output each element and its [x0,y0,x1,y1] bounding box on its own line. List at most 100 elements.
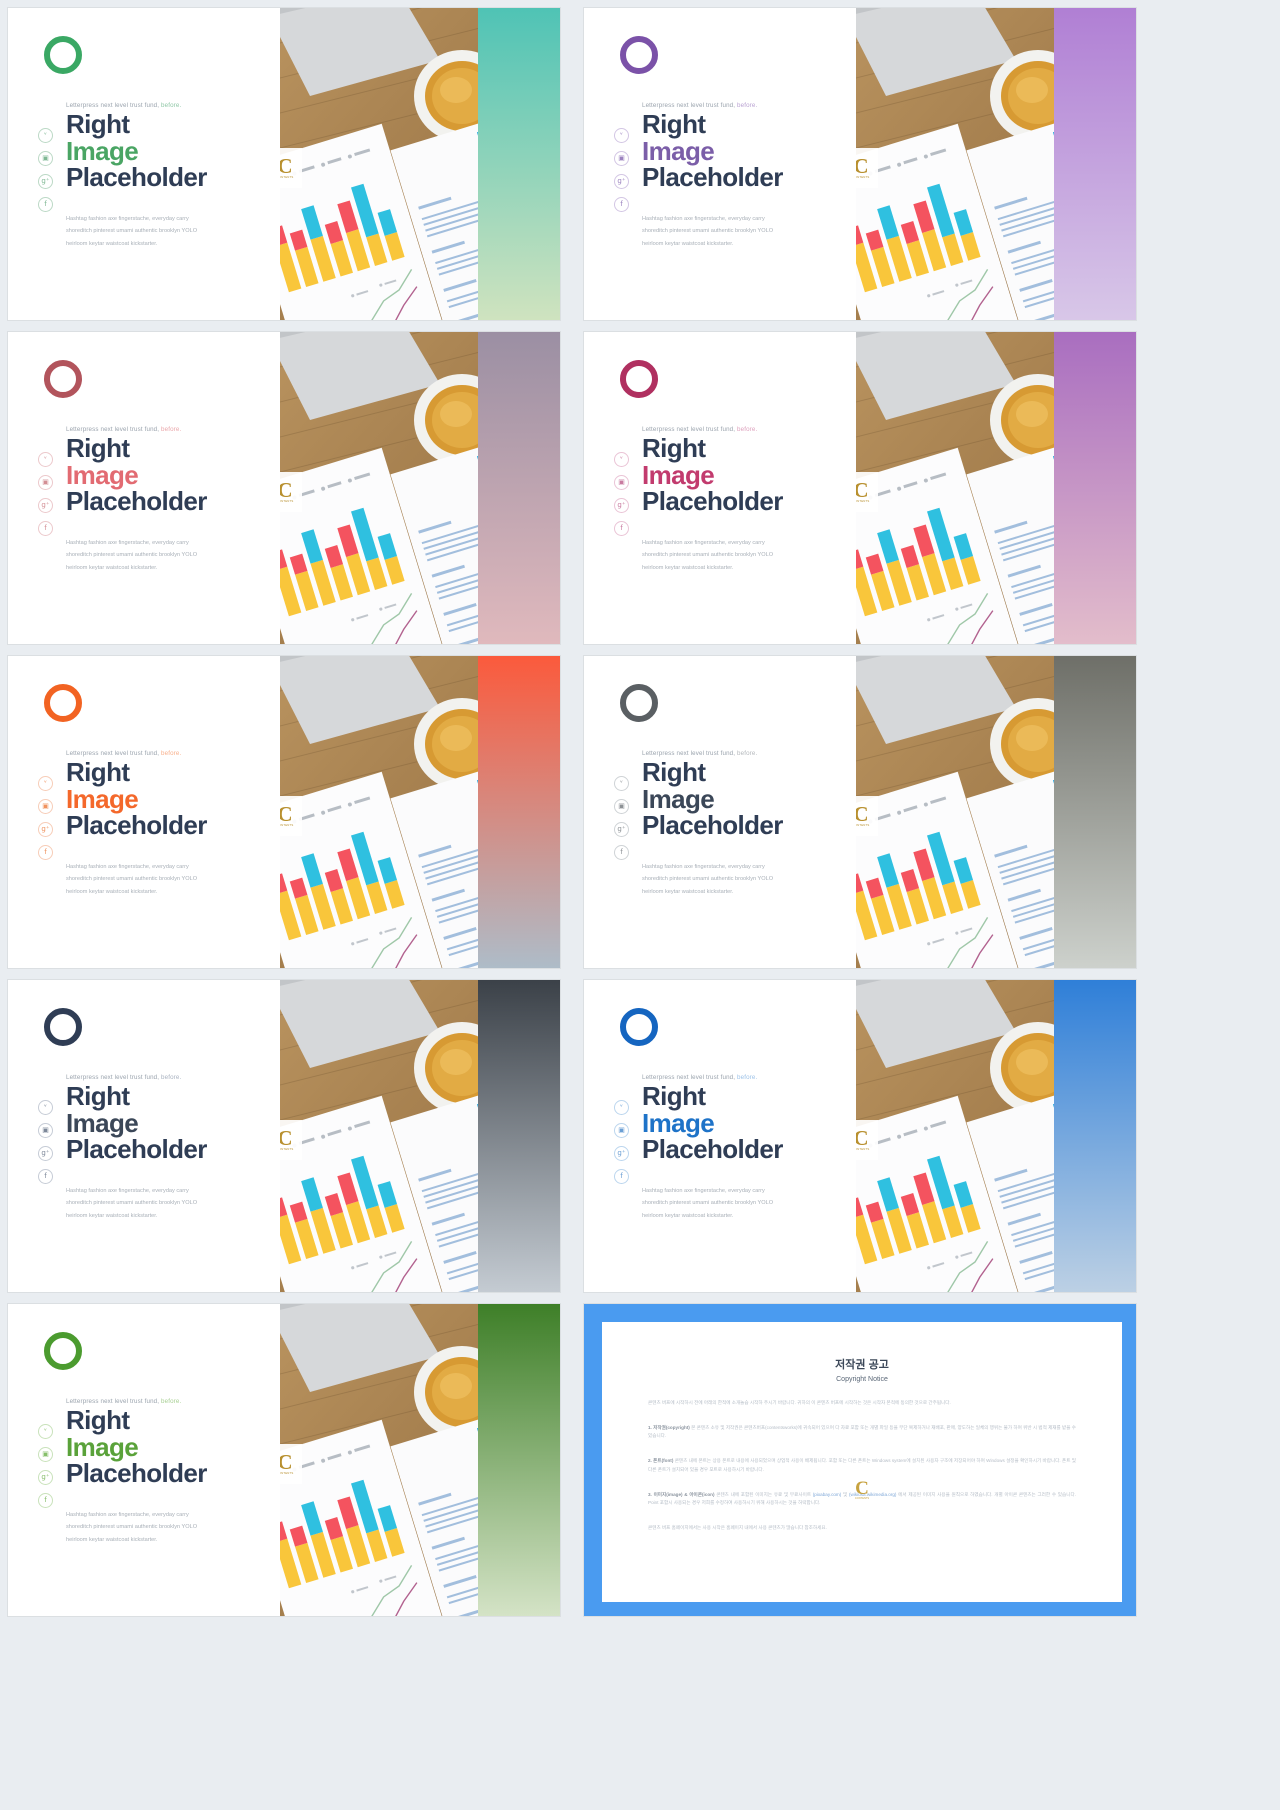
slide-thumbnail-orange[interactable]: Letterpress next level trust fund, befor… [8,656,560,968]
ring-logo-icon [620,360,658,398]
eyebrow-highlight: before. [161,750,182,757]
twitter-icon[interactable]: ᵛ [614,452,629,467]
body-line-2: shoreditch pinterest umami authentic bro… [642,1200,774,1207]
slide-text-pane: Letterpress next level trust fund, befor… [8,1304,280,1616]
google-plus-icon[interactable]: g⁺ [614,174,629,189]
copyright-inner-card: 저작권 공고 Copyright Notice 콘텐츠 버프에 시작하시 전에 … [602,1322,1122,1602]
facebook-icon[interactable]: f [38,1493,53,1508]
slide-text-pane: Letterpress next level trust fund, befor… [8,332,280,644]
headline-line-3: Placeholder [66,162,207,193]
google-plus-icon[interactable]: g⁺ [614,1146,629,1161]
headline-line-2: Image [642,135,715,166]
slide-thumbnail-purple[interactable]: Letterpress next level trust fund, befor… [584,8,1136,320]
slide-thumbnail-green-teal[interactable]: Letterpress next level trust fund, befor… [8,8,560,320]
slide-headline: Right Image Placeholder [642,759,834,839]
body-line-3: heirloom keytar waistcoat kickstarter. [66,565,158,572]
slide-body-text: Hashtag fashion axe fingerstache, everyd… [642,537,817,576]
body-line-2: shoreditch pinterest umami authentic bro… [66,1524,198,1531]
facebook-icon[interactable]: f [38,1169,53,1184]
watermark-letter: C [280,1125,293,1150]
slide-thumbnail-magenta[interactable]: Letterpress next level trust fund, befor… [584,332,1136,644]
twitter-icon[interactable]: ᵛ [38,1424,53,1439]
slide-thumbnail-green-grass[interactable]: Letterpress next level trust fund, befor… [8,1304,560,1616]
slide-thumbnail-rose-red[interactable]: Letterpress next level trust fund, befor… [8,332,560,644]
social-icon-rail: ᵛ ▣ g⁺ f [38,128,53,212]
section-2-heading: 폰트(font) [653,1458,674,1464]
photo-watermark: C CONTENTS [280,472,302,512]
slide-body-text: Hashtag fashion axe fingerstache, everyd… [66,1509,241,1548]
instagram-icon[interactable]: ▣ [38,1447,53,1462]
facebook-icon[interactable]: f [38,197,53,212]
instagram-icon[interactable]: ▣ [38,799,53,814]
twitter-icon[interactable]: ᵛ [38,128,53,143]
twitter-icon[interactable]: ᵛ [614,128,629,143]
section-3-number: 3. [648,1491,652,1497]
body-line-2: shoreditch pinterest umami authentic bro… [66,1200,198,1207]
headline-line-3: Placeholder [66,486,207,517]
instagram-icon[interactable]: ▣ [38,1123,53,1138]
copyright-section-1: 1. 저작권(copyright) 본 콘텐츠 소유 및 저작권은 콘텐츠버프(… [648,1424,1076,1441]
instagram-icon[interactable]: ▣ [614,799,629,814]
slide-thumbnail-blue[interactable]: Letterpress next level trust fund, befor… [584,980,1136,1292]
slide-eyebrow: Letterpress next level trust fund, befor… [642,426,834,433]
facebook-icon[interactable]: f [614,1169,629,1184]
instagram-icon[interactable]: ▣ [38,475,53,490]
facebook-icon[interactable]: f [38,845,53,860]
eyebrow-text: Letterpress next level trust fund, [66,102,160,109]
facebook-icon[interactable]: f [38,521,53,536]
facebook-icon[interactable]: f [614,845,629,860]
ring-logo-icon [44,360,82,398]
twitter-icon[interactable]: ᵛ [614,1100,629,1115]
facebook-icon[interactable]: f [614,197,629,212]
watermark-caption: CONTENTS [280,1471,294,1476]
slide-thumbnail-navy-slate[interactable]: Letterpress next level trust fund, befor… [8,980,560,1292]
eyebrow-highlight: before. [161,426,182,433]
photo-watermark: C CONTENTS [856,148,878,188]
headline-line-2: Image [642,459,715,490]
color-swatch-strip [1054,8,1136,320]
google-plus-icon[interactable]: g⁺ [614,822,629,837]
twitter-icon[interactable]: ᵛ [38,452,53,467]
watermark-letter: C [280,153,293,178]
instagram-icon[interactable]: ▣ [614,475,629,490]
photo-watermark: C CONTENTS [280,148,302,188]
eyebrow-text: Letterpress next level trust fund, [642,750,736,757]
section-3-link-1[interactable]: (pixabay.com) [813,1492,842,1497]
eyebrow-highlight: before. [737,750,758,757]
google-plus-icon[interactable]: g⁺ [38,1470,53,1485]
facebook-icon[interactable]: f [614,521,629,536]
ring-logo-icon [620,684,658,722]
google-plus-icon[interactable]: g⁺ [38,822,53,837]
headline-line-2: Image [66,1107,139,1138]
slide-body-text: Hashtag fashion axe fingerstache, everyd… [642,861,817,900]
twitter-icon[interactable]: ᵛ [614,776,629,791]
google-plus-icon[interactable]: g⁺ [614,498,629,513]
google-plus-icon[interactable]: g⁺ [38,498,53,513]
copyright-notice-slide[interactable]: 저작권 공고 Copyright Notice 콘텐츠 버프에 시작하시 전에 … [584,1304,1136,1616]
body-line-2: shoreditch pinterest umami authentic bro… [66,228,198,235]
google-plus-icon[interactable]: g⁺ [38,1146,53,1161]
headline-line-2: Image [66,135,139,166]
eyebrow-highlight: before. [161,102,182,109]
slide-photo: SAMANTHA BLACK [280,656,560,968]
ring-logo-icon [44,1008,82,1046]
color-swatch-strip [1054,980,1136,1292]
twitter-icon[interactable]: ᵛ [38,776,53,791]
eyebrow-highlight: before. [737,426,758,433]
slide-thumbnail-gray-dark[interactable]: Letterpress next level trust fund, befor… [584,656,1136,968]
headline-line-3: Placeholder [642,486,783,517]
slide-eyebrow: Letterpress next level trust fund, befor… [66,1074,258,1081]
twitter-icon[interactable]: ᵛ [38,1100,53,1115]
section-1-text: 본 콘텐츠 소유 및 저작권은 콘텐츠버프(contentsworks)에 귀속… [648,1424,1077,1439]
ring-logo-icon [44,684,82,722]
slide-text-pane: Letterpress next level trust fund, befor… [8,980,280,1292]
headline-line-1: Right [642,1081,706,1111]
instagram-icon[interactable]: ▣ [614,151,629,166]
body-line-3: heirloom keytar waistcoat kickstarter. [66,1537,158,1544]
watermark-caption: CONTENTS [280,499,294,504]
google-plus-icon[interactable]: g⁺ [38,174,53,189]
copyright-title-ko: 저작권 공고 [835,1359,889,1371]
slide-text-pane: Letterpress next level trust fund, befor… [8,656,280,968]
instagram-icon[interactable]: ▣ [38,151,53,166]
instagram-icon[interactable]: ▣ [614,1123,629,1138]
